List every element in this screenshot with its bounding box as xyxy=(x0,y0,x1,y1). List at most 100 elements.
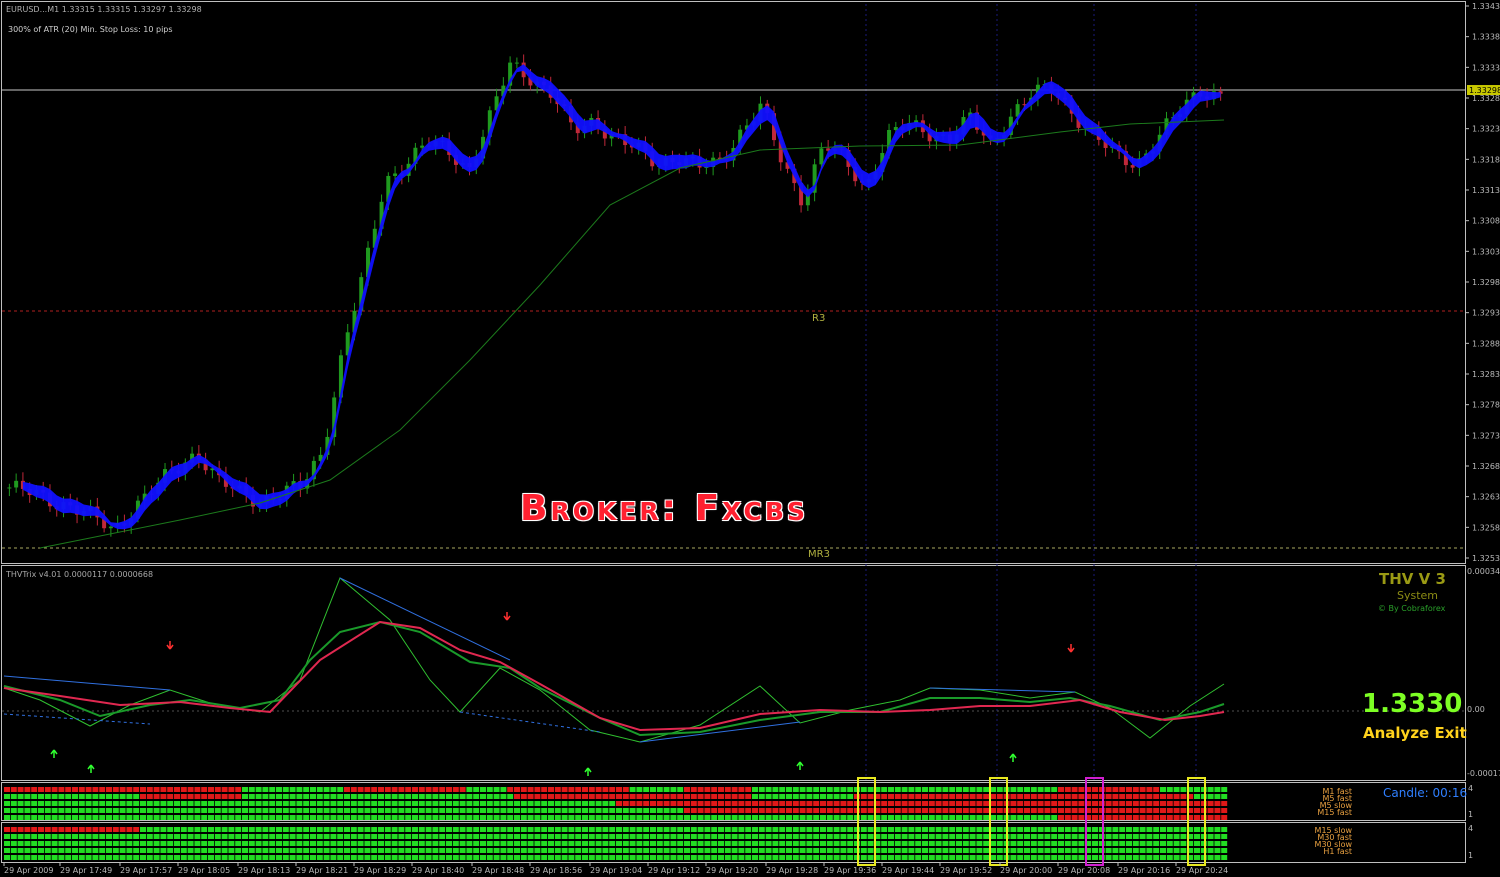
heatmap-cell xyxy=(996,841,1003,846)
heatmap-cell xyxy=(221,827,228,832)
heatmap-cell xyxy=(1017,787,1024,792)
heatmap-cell xyxy=(1132,827,1139,832)
heatmap-cell xyxy=(650,848,656,853)
heatmap-cell xyxy=(167,827,174,832)
heatmap-cell xyxy=(663,841,670,846)
heatmap-cell xyxy=(269,794,276,799)
heatmap-cell xyxy=(983,794,990,799)
heatmap-cell xyxy=(357,801,364,806)
heatmap-cell xyxy=(1160,855,1166,860)
heatmap-cell xyxy=(656,794,663,799)
heatmap-cell xyxy=(1139,841,1146,846)
heatmap-cell xyxy=(860,815,867,820)
heatmap-cell xyxy=(881,815,888,820)
heatmap-cell xyxy=(1207,827,1214,832)
heatmap-cell xyxy=(146,827,153,832)
heatmap-cell xyxy=(194,815,201,820)
heatmap-cell xyxy=(684,841,690,846)
heatmap-cell xyxy=(1173,787,1180,792)
heatmap-cell xyxy=(1166,834,1173,839)
heatmap-cell xyxy=(1180,827,1187,832)
heatmap-cell xyxy=(92,841,99,846)
heatmap-cell xyxy=(908,827,915,832)
heatmap-cell xyxy=(792,848,799,853)
heatmap-cell xyxy=(1024,834,1030,839)
heatmap-cell xyxy=(269,787,276,792)
heatmap-cell xyxy=(670,801,677,806)
heatmap-cell xyxy=(697,794,704,799)
heatmap-cell xyxy=(833,808,840,813)
time-axis-label: 29 Apr 19:36 xyxy=(824,866,876,875)
heatmap-cell xyxy=(44,808,51,813)
heatmap-cell xyxy=(330,794,337,799)
heatmap-cell xyxy=(602,827,609,832)
heatmap-cell xyxy=(418,801,425,806)
heatmap-cell xyxy=(949,808,956,813)
heatmap-cell xyxy=(813,815,820,820)
heatmap-cell xyxy=(690,794,697,799)
heatmap-cell xyxy=(1044,801,1051,806)
heatmap-cell xyxy=(826,801,833,806)
heatmap-cell xyxy=(894,794,901,799)
heatmap-cell xyxy=(1173,801,1180,806)
heatmap-cell xyxy=(656,801,663,806)
heatmap-cell xyxy=(310,787,316,792)
heatmap-cell xyxy=(119,787,126,792)
heatmap-cell xyxy=(65,787,72,792)
heatmap-cell xyxy=(656,808,663,813)
heatmap-cell xyxy=(976,787,983,792)
heatmap-cell xyxy=(786,815,792,820)
heatmap-cell xyxy=(112,841,119,846)
heatmap-cell xyxy=(704,808,711,813)
heatmap-cell xyxy=(962,801,969,806)
heatmap-cell xyxy=(1180,808,1187,813)
heatmap-cell xyxy=(718,787,724,792)
heatmap-cell xyxy=(704,794,711,799)
heatmap-cell xyxy=(51,827,58,832)
heatmap-cell xyxy=(928,848,935,853)
heatmap-cell xyxy=(344,787,350,792)
heatmap-cell xyxy=(915,827,922,832)
heatmap-cell xyxy=(85,801,92,806)
heatmap-cell xyxy=(724,841,731,846)
heatmap-cell xyxy=(425,801,432,806)
heatmap-cell xyxy=(935,801,942,806)
heatmap-cell xyxy=(752,808,758,813)
heatmap-cell xyxy=(1030,841,1037,846)
heatmap-cell xyxy=(208,808,214,813)
heatmap-cell xyxy=(194,827,201,832)
heatmap-cell xyxy=(629,801,636,806)
heatmap-cell xyxy=(663,848,670,853)
heatmap-cell xyxy=(507,815,514,820)
heatmap-cell xyxy=(459,834,466,839)
heatmap-cell xyxy=(126,808,133,813)
heatmap-cell xyxy=(922,801,928,806)
heatmap-cell xyxy=(235,848,242,853)
heatmap-cell xyxy=(1078,794,1085,799)
heatmap-cell xyxy=(44,848,51,853)
heatmap-cell xyxy=(330,827,337,832)
heatmap-cell xyxy=(595,834,602,839)
heatmap-cell xyxy=(643,794,650,799)
heatmap-cell xyxy=(860,848,867,853)
heatmap-cell xyxy=(255,815,262,820)
heatmap-cell xyxy=(609,855,616,860)
heatmap-cell xyxy=(588,787,595,792)
heatmap-cell xyxy=(289,827,296,832)
heatmap-cell xyxy=(860,834,867,839)
heatmap-cell xyxy=(106,801,112,806)
heatmap-cell xyxy=(38,787,44,792)
heatmap-cell xyxy=(85,848,92,853)
heatmap-cell xyxy=(765,834,772,839)
heatmap-cell xyxy=(248,841,255,846)
heatmap-cell xyxy=(208,827,214,832)
heatmap-cell xyxy=(650,815,656,820)
heatmap-cell xyxy=(269,855,276,860)
heatmap-cell xyxy=(752,848,758,853)
heatmap-cell xyxy=(337,827,344,832)
heatmap-cell xyxy=(391,848,398,853)
heatmap-cell xyxy=(371,841,378,846)
heatmap-cell xyxy=(554,801,561,806)
heatmap-cell xyxy=(711,808,718,813)
heatmap-cell xyxy=(452,848,459,853)
